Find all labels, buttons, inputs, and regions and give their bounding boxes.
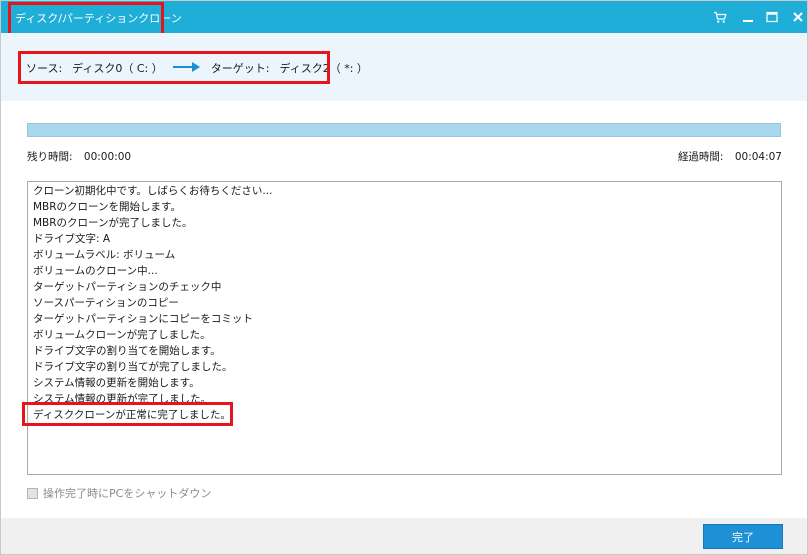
footer-bar: 完了 <box>1 518 807 554</box>
log-line-final: ディスククローンが正常に完了しました。 <box>33 409 231 421</box>
log-line: ターゲットパーティションにコピーをコミット <box>33 313 253 325</box>
log-line: ソースパーティションのコピー <box>33 297 179 309</box>
shutdown-option: 操作完了時にPCをシャットダウン <box>27 485 211 501</box>
time-remaining-value: 00:00:00 <box>83 151 132 163</box>
source-label: ソース: <box>26 62 63 75</box>
close-icon[interactable] <box>787 7 808 27</box>
arrow-right-icon <box>172 61 201 75</box>
time-elapsed: 経過時間: 00:04:07 <box>678 149 782 164</box>
minimize-icon[interactable] <box>737 7 759 27</box>
source-target-row: ソース: ディスク0（ C: ） ターゲット: ディスク2（ *: ） <box>26 60 368 76</box>
time-elapsed-label: 経過時間: <box>677 151 724 163</box>
source-disk: ディスク0（ C: ） <box>72 62 163 75</box>
clone-window: ディスク/パーティションクローン ソース: ディスク0（ C: ） ターゲット:… <box>0 0 808 555</box>
time-elapsed-value: 00:04:07 <box>734 151 782 163</box>
time-remaining: 残り時間: 00:00:00 <box>27 149 139 164</box>
log-line: MBRのクローンを開始します。 <box>33 201 181 213</box>
log-line: ターゲットパーティションのチェック中 <box>33 281 222 293</box>
window-title: ディスク/パーティションクローン <box>15 12 182 25</box>
log-line: システム情報の更新を開始します。 <box>33 377 200 389</box>
shutdown-label: 操作完了時にPCをシャットダウン <box>43 487 212 500</box>
log-line: ボリュームラベル: ボリューム <box>33 249 176 261</box>
title-bar: ディスク/パーティションクローン <box>1 1 807 33</box>
source-target-panel: ソース: ディスク0（ C: ） ターゲット: ディスク2（ *: ） <box>1 33 807 101</box>
log-list[interactable]: クローン初期化中です。しばらくお待ちください... MBRのクローンを開始します… <box>27 181 782 475</box>
log-line: ボリュームクローンが完了しました。 <box>33 329 211 341</box>
progress-fill <box>28 124 780 136</box>
cart-icon[interactable] <box>709 7 731 27</box>
log-line: システム情報の更新が完了しました。 <box>33 393 212 405</box>
shutdown-checkbox[interactable] <box>27 487 38 499</box>
log-line: クローン初期化中です。しばらくお待ちください... <box>33 185 273 197</box>
time-remaining-label: 残り時間: <box>27 151 73 163</box>
progress-bar <box>27 123 781 137</box>
log-line: ボリュームのクローン中... <box>33 265 158 277</box>
maximize-icon[interactable] <box>761 7 783 27</box>
log-line: MBRのクローンが完了しました。 <box>33 217 193 229</box>
target-label: ターゲット: <box>210 62 270 75</box>
target-disk: ディスク2（ *: ） <box>279 62 368 75</box>
log-line: ドライブ文字の割り当てが完了しました。 <box>33 361 233 373</box>
log-line: ドライブ文字の割り当てを開始します。 <box>33 345 221 357</box>
finish-button[interactable]: 完了 <box>703 524 783 549</box>
log-line: ドライブ文字: A <box>33 233 111 245</box>
